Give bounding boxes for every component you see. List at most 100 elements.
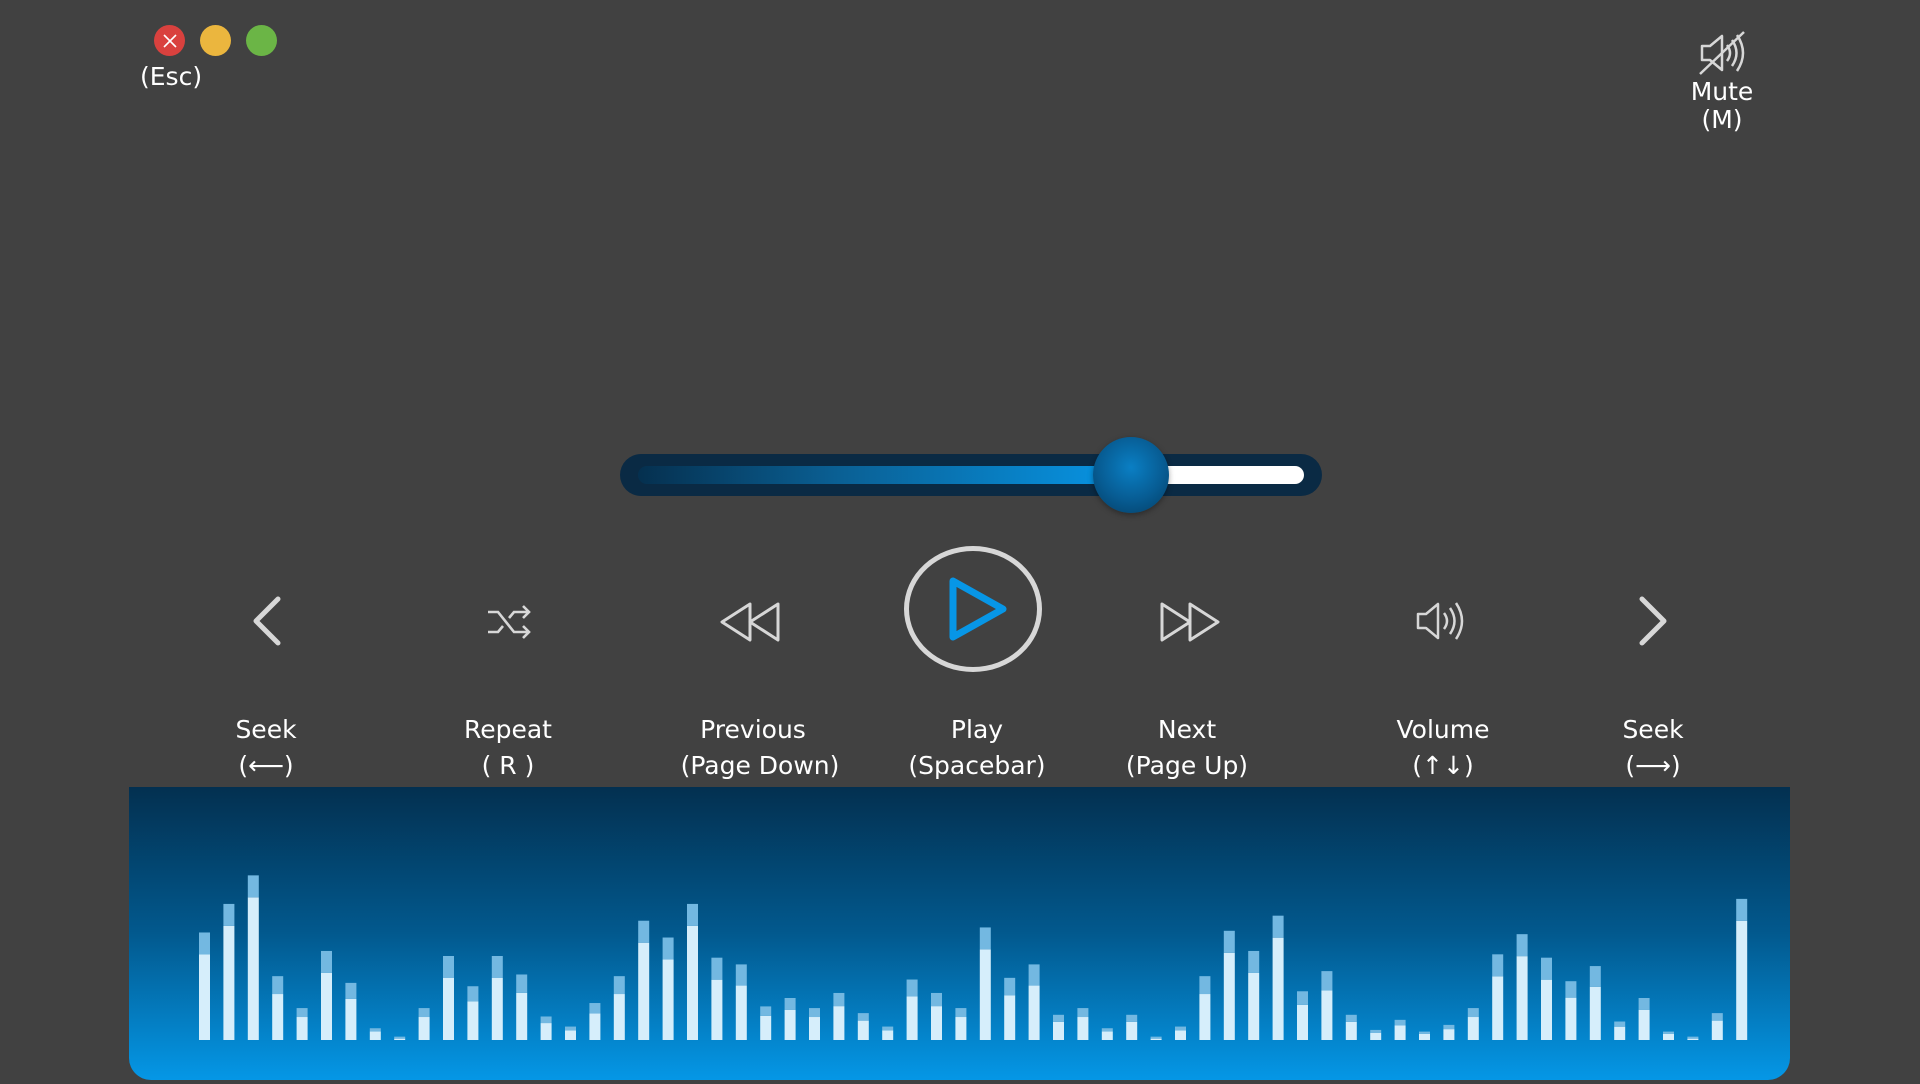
seek-back-title: Seek <box>235 715 297 744</box>
equalizer-bar <box>540 1016 552 1040</box>
equalizer-bar-level <box>1345 1021 1357 1040</box>
equalizer-bar-level <box>1272 937 1284 1040</box>
equalizer-bar <box>345 982 357 1040</box>
next-button[interactable] <box>1158 600 1222 644</box>
volume-button[interactable] <box>1414 596 1470 646</box>
equalizer-bar <box>1321 971 1333 1040</box>
repeat-label: Repeat ( R ) <box>398 712 618 784</box>
progress-slider[interactable] <box>620 437 1322 513</box>
mute-label: Mute <box>1690 77 1754 106</box>
equalizer-bar <box>809 1008 820 1040</box>
progress-handle[interactable] <box>1092 437 1169 513</box>
seek-forward-shortcut: (⟶) <box>1625 751 1681 780</box>
repeat-title: Repeat <box>463 715 552 744</box>
equalizer-bar-level <box>1394 1025 1406 1040</box>
equalizer-bar-level <box>345 998 357 1040</box>
equalizer-bar <box>1150 1036 1162 1040</box>
equalizer-bar <box>1638 998 1650 1040</box>
close-shortcut-hint: (Esc) <box>140 62 203 91</box>
previous-button[interactable] <box>718 600 782 644</box>
equalizer-bar-level <box>565 1030 576 1040</box>
equalizer-bar-peak <box>1467 1008 1479 1018</box>
rewind-icon <box>720 602 780 642</box>
equalizer-bar-peak <box>1492 954 1504 977</box>
shuffle-icon <box>488 605 531 639</box>
equalizer-bar-peak <box>1223 930 1235 953</box>
equalizer-bar <box>1589 966 1601 1040</box>
equalizer-bar <box>1297 991 1308 1040</box>
equalizer-bar <box>1345 1014 1357 1040</box>
equalizer-bar-level <box>687 925 698 1040</box>
seek-back-shortcut: (⟵) <box>238 751 294 780</box>
equalizer-bar-level <box>662 959 674 1040</box>
equalizer-bar-peak <box>1614 1021 1626 1027</box>
play-icon <box>949 577 1007 641</box>
equalizer-bar <box>1663 1031 1674 1040</box>
seek-back-label: Seek (⟵) <box>156 712 376 784</box>
equalizer-bar-level <box>1126 1021 1138 1040</box>
equalizer-bar <box>906 979 918 1040</box>
equalizer-bar-level <box>1541 979 1552 1040</box>
equalizer-bar-peak <box>1589 966 1601 987</box>
equalizer-bar-peak <box>272 976 284 995</box>
equalizer-bar-level <box>931 1006 942 1040</box>
equalizer-bar-level <box>711 979 723 1040</box>
equalizer-bar-level <box>1028 985 1040 1040</box>
equalizer-bar <box>1516 934 1528 1040</box>
equalizer-bar-level <box>223 925 235 1040</box>
equalizer-bar-level <box>1565 997 1577 1040</box>
equalizer-bar-peak <box>1419 1031 1430 1034</box>
equalizer-bar-peak <box>345 982 357 999</box>
equalizer-bar-level <box>296 1017 308 1040</box>
equalizer-bar-peak <box>711 957 723 980</box>
equalizer-bar-peak <box>1053 1014 1064 1022</box>
seek-back-button[interactable] <box>246 592 290 650</box>
maximize-button[interactable] <box>246 25 277 56</box>
equalizer-bar-level <box>1004 995 1016 1040</box>
equalizer-bar <box>711 957 723 1040</box>
close-button[interactable] <box>154 25 185 56</box>
equalizer-bar-peak <box>1077 1008 1089 1018</box>
equalizer-bar <box>589 1003 601 1040</box>
next-title: Next <box>1157 715 1217 744</box>
equalizer-bar-peak <box>1443 1024 1455 1030</box>
previous-label: Previous (Page Down) <box>643 712 863 784</box>
equalizer-bar-peak <box>247 875 259 898</box>
equalizer-bar-level <box>1248 972 1260 1040</box>
equalizer-bar <box>247 875 259 1040</box>
equalizer-bar <box>1053 1014 1064 1040</box>
mute-button[interactable]: Mute (M) <box>1682 28 1762 134</box>
repeat-button[interactable] <box>484 598 536 646</box>
play-button[interactable] <box>904 546 1042 672</box>
equalizer-bar-level <box>1150 1038 1162 1040</box>
equalizer-bar-level <box>1419 1033 1430 1040</box>
equalizer-bar <box>735 964 747 1040</box>
seek-forward-button[interactable] <box>1630 592 1674 650</box>
equalizer-bar <box>833 992 845 1040</box>
equalizer-bar <box>882 1026 894 1040</box>
equalizer-bar-peak <box>955 1008 967 1018</box>
repeat-shortcut: ( R ) <box>481 751 535 780</box>
equalizer-bar-peak <box>1272 915 1284 938</box>
close-icon <box>162 33 177 48</box>
equalizer-bar <box>1126 1014 1138 1040</box>
equalizer-bar-level <box>882 1030 894 1040</box>
equalizer-bar-peak <box>687 903 698 926</box>
equalizer-bar <box>955 1008 967 1040</box>
equalizer-bar-peak <box>1370 1029 1382 1033</box>
equalizer-bar <box>199 932 210 1040</box>
equalizer-bar <box>1004 977 1016 1040</box>
equalizer-bar <box>857 1013 869 1040</box>
volume-title: Volume <box>1396 715 1490 744</box>
equalizer-bar-peak <box>1345 1014 1357 1022</box>
equalizer-bar-level <box>1101 1031 1113 1040</box>
equalizer-bar <box>1272 915 1284 1040</box>
equalizer-bar-peak <box>857 1013 869 1021</box>
equalizer-bar-peak <box>540 1016 552 1024</box>
equalizer-bar-level <box>1223 952 1235 1040</box>
minimize-button[interactable] <box>200 25 231 56</box>
equalizer-bar-peak <box>1028 964 1040 986</box>
equalizer-bar <box>1175 1026 1186 1040</box>
equalizer-bar-level <box>1687 1038 1699 1040</box>
equalizer-bar-level <box>1370 1032 1382 1040</box>
